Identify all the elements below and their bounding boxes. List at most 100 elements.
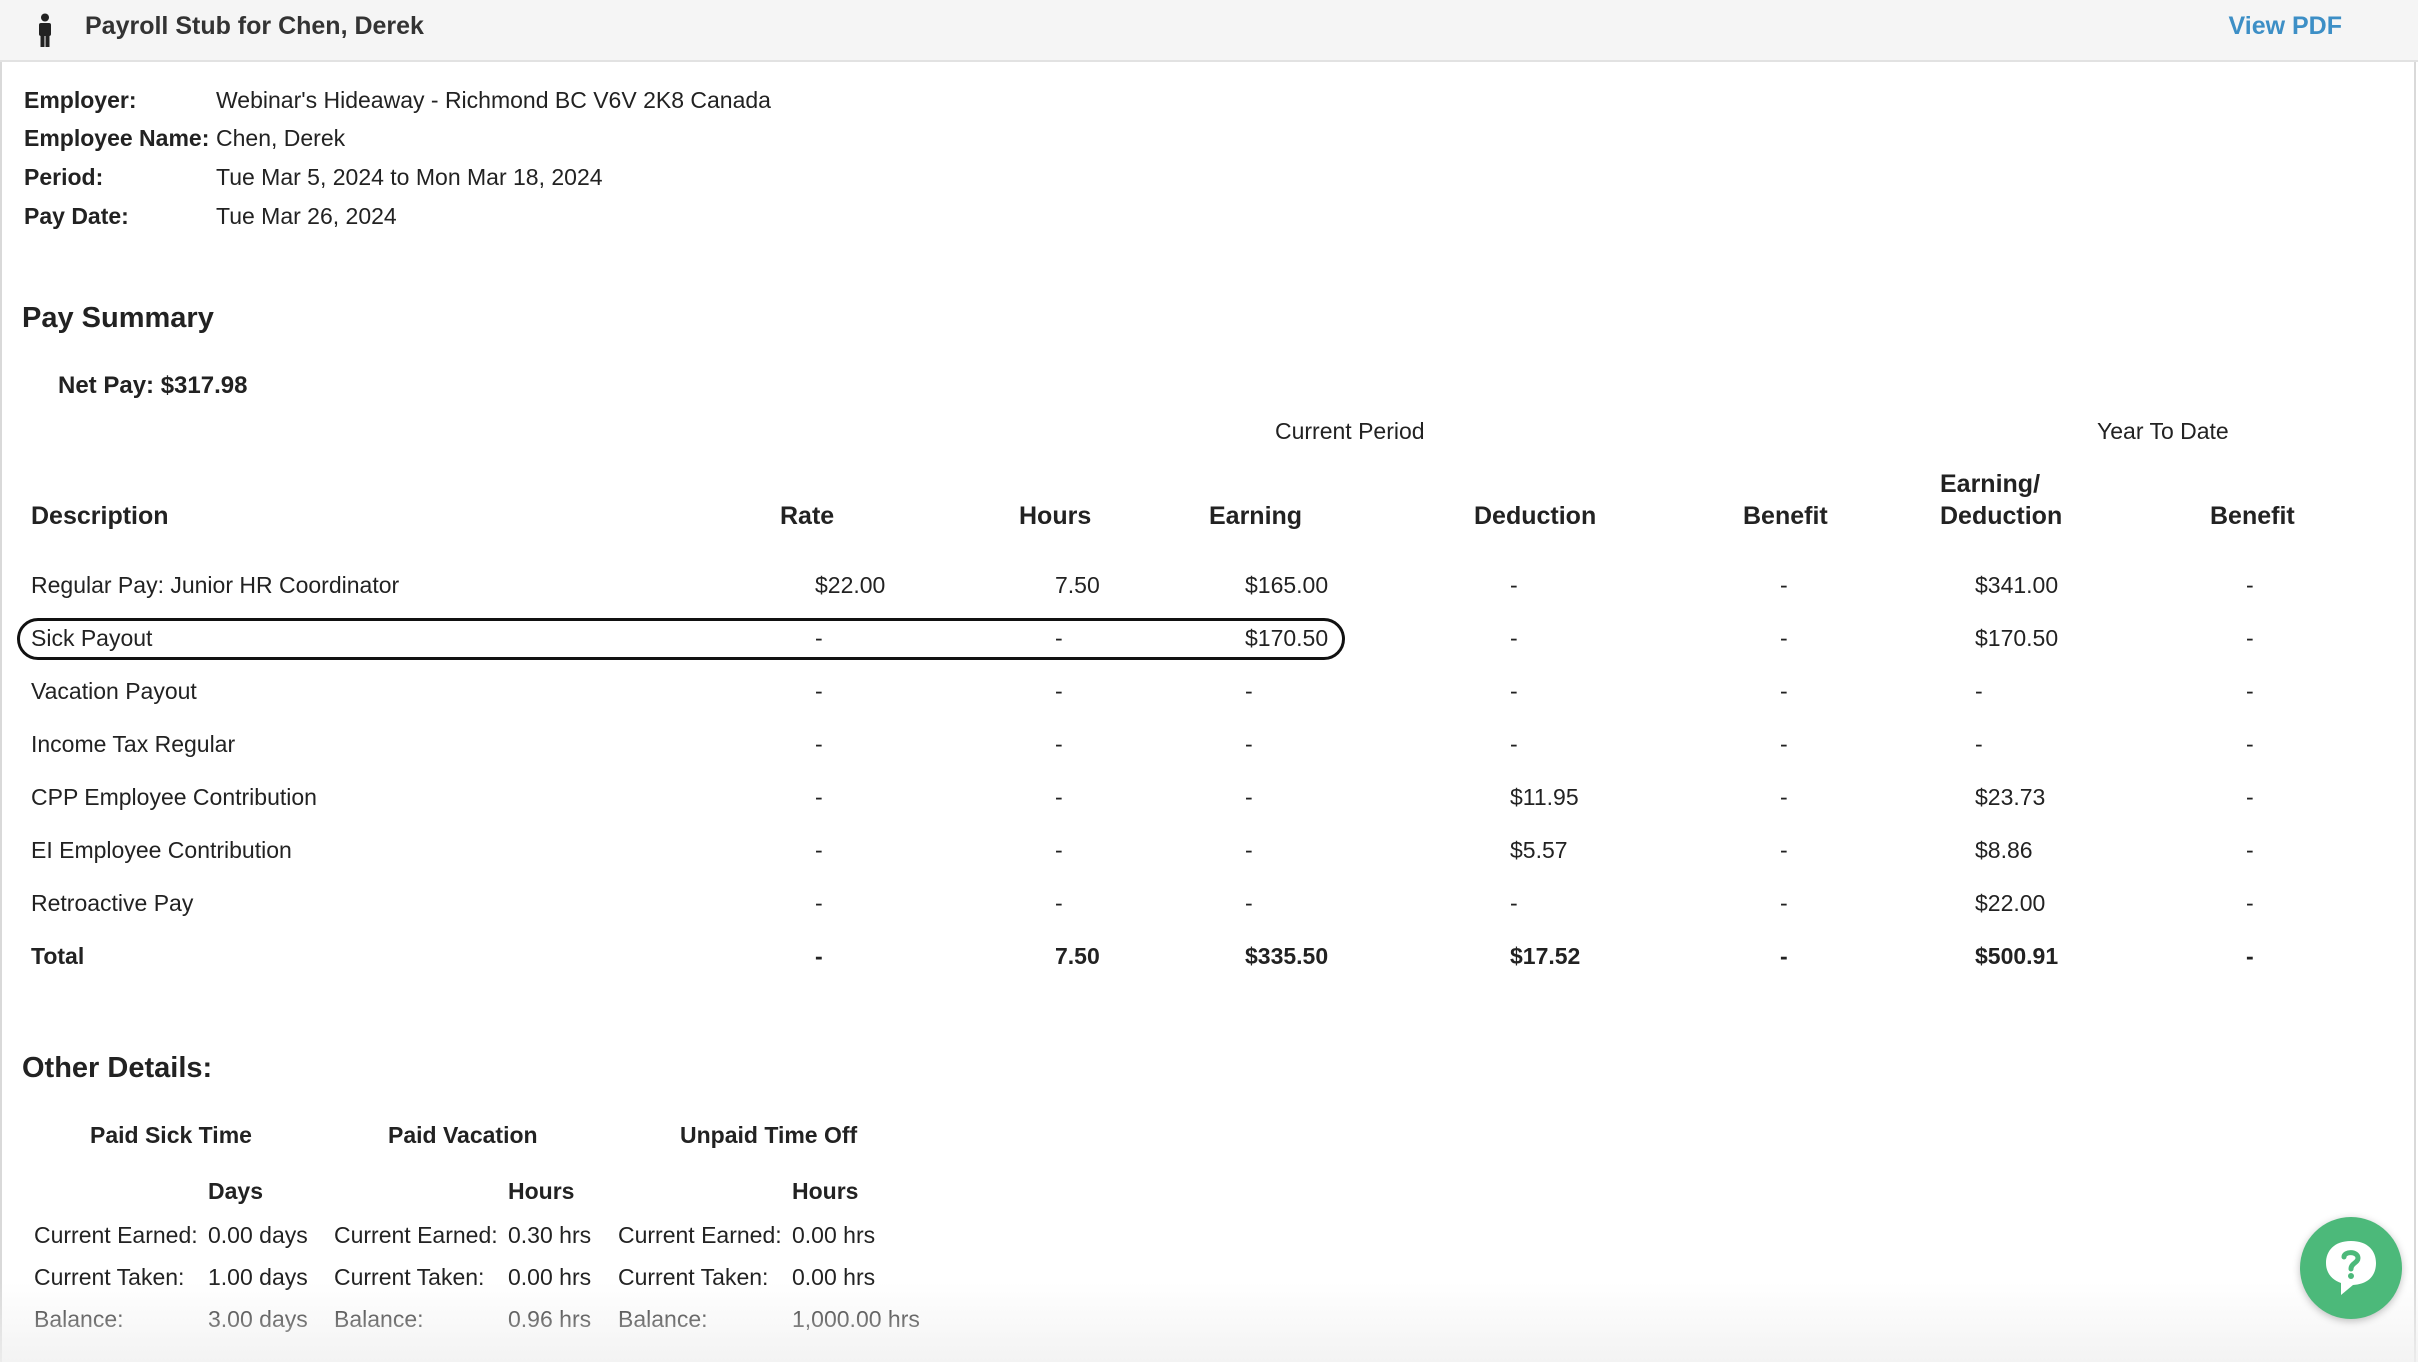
- vacation-earned-value: 0.30 hrs: [508, 1222, 592, 1248]
- sick-unit: Days: [208, 1178, 263, 1204]
- current-period-heading: Current Period: [1275, 418, 1425, 444]
- row-hours: -: [1055, 625, 1063, 651]
- unpaid-unit: Hours: [792, 1178, 859, 1204]
- row-rate: -: [815, 890, 823, 916]
- row-description: Retroactive Pay: [31, 890, 194, 916]
- total-ytd-earning: $500.91: [1975, 943, 2059, 969]
- row-deduction: $11.95: [1510, 784, 1579, 810]
- col-ytd-benefit: Benefit: [2210, 502, 2295, 530]
- col-deduction: Deduction: [1474, 502, 1597, 530]
- total-deduction: $17.52: [1510, 943, 1581, 969]
- sick-earned-value: 0.00 days: [208, 1222, 308, 1248]
- row-benefit: -: [1780, 784, 1788, 810]
- paid-sick-time-heading: Paid Sick Time: [90, 1122, 252, 1148]
- row-benefit: -: [1780, 837, 1788, 863]
- row-deduction: $5.57: [1510, 837, 1568, 863]
- page-title: Payroll Stub for Chen, Derek: [85, 12, 424, 40]
- row-rate: -: [815, 731, 823, 757]
- page-header: Payroll Stub for Chen, Derek View PDF: [0, 0, 2418, 62]
- row-rate: -: [815, 678, 823, 704]
- row-benefit: -: [1780, 625, 1788, 651]
- unpaid-balance-value: 1,000.00 hrs: [792, 1306, 920, 1332]
- col-earning: Earning: [1209, 502, 1303, 530]
- total-earning: $335.50: [1245, 943, 1329, 969]
- row-hours: -: [1055, 731, 1063, 757]
- row-benefit: -: [1780, 678, 1788, 704]
- unpaid-earned-label: Current Earned:: [618, 1222, 782, 1248]
- row-hours: -: [1055, 837, 1063, 863]
- help-chat-icon: [2326, 1241, 2376, 1295]
- row-ytd-earning: $170.50: [1975, 625, 2059, 651]
- sick-earned-label: Current Earned:: [34, 1222, 198, 1248]
- row-benefit: -: [1780, 890, 1788, 916]
- total-description: Total: [31, 943, 85, 969]
- unpaid-taken-label: Current Taken:: [618, 1264, 769, 1290]
- col-rate: Rate: [780, 502, 835, 530]
- employer-value: Webinar's Hideaway - Richmond BC V6V 2K8…: [216, 87, 771, 113]
- unpaid-earned-value: 0.00 hrs: [792, 1222, 876, 1248]
- year-to-date-heading: Year To Date: [2097, 418, 2229, 444]
- view-pdf-link[interactable]: View PDF: [2229, 12, 2342, 41]
- sick-balance-label: Balance:: [34, 1306, 124, 1332]
- row-rate: -: [815, 625, 823, 651]
- sick-payout-highlight: [17, 618, 1345, 660]
- row-deduction: -: [1510, 678, 1518, 704]
- row-ytd-benefit: -: [2246, 678, 2254, 704]
- row-hours: -: [1055, 890, 1063, 916]
- row-earning: $165.00: [1245, 572, 1329, 598]
- help-chat-button[interactable]: [2300, 1217, 2402, 1319]
- row-earning: -: [1245, 837, 1253, 863]
- row-deduction: -: [1510, 731, 1518, 757]
- period-value: Tue Mar 5, 2024 to Mon Mar 18, 2024: [216, 164, 603, 190]
- row-earning: -: [1245, 731, 1253, 757]
- row-benefit: -: [1780, 731, 1788, 757]
- vacation-taken-value: 0.00 hrs: [508, 1264, 592, 1290]
- unpaid-balance-label: Balance:: [618, 1306, 708, 1332]
- sick-taken-label: Current Taken:: [34, 1264, 185, 1290]
- col-ytd-earning-line2: Deduction: [1940, 502, 2063, 530]
- row-description: Regular Pay: Junior HR Coordinator: [31, 572, 400, 598]
- row-rate: -: [815, 837, 823, 863]
- row-rate: $22.00: [815, 572, 886, 598]
- row-hours: -: [1055, 784, 1063, 810]
- pay-summary-title: Pay Summary: [22, 302, 214, 334]
- sick-balance-value: 3.00 days: [208, 1306, 308, 1332]
- total-benefit: -: [1780, 943, 1788, 969]
- vacation-unit: Hours: [508, 1178, 575, 1204]
- col-description: Description: [31, 502, 169, 530]
- person-icon: [39, 13, 51, 47]
- row-ytd-benefit: -: [2246, 837, 2254, 863]
- row-description: Income Tax Regular: [31, 731, 236, 757]
- row-earning: $170.50: [1245, 625, 1329, 651]
- row-deduction: -: [1510, 625, 1518, 651]
- row-ytd-benefit: -: [2246, 625, 2254, 651]
- row-rate: -: [815, 784, 823, 810]
- total-hours: 7.50: [1055, 943, 1100, 969]
- total-ytd-benefit: -: [2246, 943, 2254, 969]
- col-ytd-earning-line1: Earning/: [1940, 470, 2041, 498]
- paid-vacation-heading: Paid Vacation: [388, 1122, 538, 1148]
- row-ytd-earning: -: [1975, 678, 1983, 704]
- employee-name-value: Chen, Derek: [216, 125, 346, 151]
- row-description: CPP Employee Contribution: [31, 784, 317, 810]
- row-description: Sick Payout: [31, 625, 153, 651]
- row-earning: -: [1245, 890, 1253, 916]
- unpaid-taken-value: 0.00 hrs: [792, 1264, 876, 1290]
- row-deduction: -: [1510, 572, 1518, 598]
- row-earning: -: [1245, 678, 1253, 704]
- row-deduction: -: [1510, 890, 1518, 916]
- other-details-title: Other Details:: [22, 1052, 213, 1084]
- total-rate: -: [815, 943, 823, 969]
- row-earning: -: [1245, 784, 1253, 810]
- row-ytd-benefit: -: [2246, 890, 2254, 916]
- row-hours: -: [1055, 678, 1063, 704]
- row-hours: 7.50: [1055, 572, 1100, 598]
- col-benefit: Benefit: [1743, 502, 1828, 530]
- vacation-taken-label: Current Taken:: [334, 1264, 485, 1290]
- row-benefit: -: [1780, 572, 1788, 598]
- row-ytd-benefit: -: [2246, 572, 2254, 598]
- row-ytd-earning: $341.00: [1975, 572, 2059, 598]
- pay-date-label: Pay Date:: [24, 203, 129, 229]
- pay-date-value: Tue Mar 26, 2024: [216, 203, 397, 229]
- row-description: EI Employee Contribution: [31, 837, 292, 863]
